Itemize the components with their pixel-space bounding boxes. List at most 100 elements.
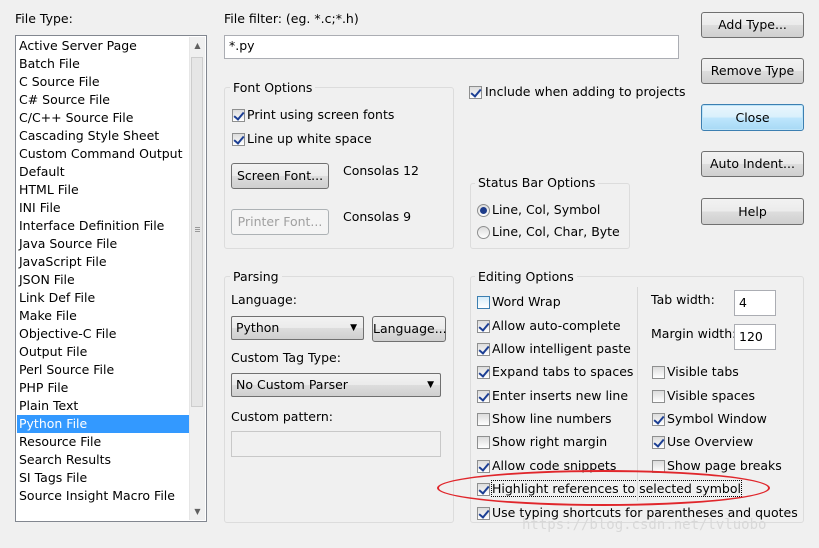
close-button[interactable]: Close — [701, 104, 804, 131]
screen-font-button[interactable]: Screen Font... — [231, 163, 329, 189]
include-when-adding-checkbox[interactable] — [469, 86, 482, 99]
editing-checkbox-7[interactable] — [477, 460, 490, 473]
editing-checkbox-1[interactable] — [477, 320, 490, 333]
custom-tag-type-value: No Custom Parser — [236, 377, 348, 392]
editing-option-label: Show right margin — [492, 434, 608, 449]
custom-tag-type-dropdown[interactable]: No Custom Parser ▼ — [231, 373, 441, 397]
list-item[interactable]: Custom Command Output — [17, 145, 193, 163]
list-item[interactable]: JSON File — [17, 271, 193, 289]
editing-option-label: Allow auto-complete — [492, 318, 621, 333]
tab-width-input[interactable]: 4 — [734, 290, 776, 316]
editing-right-checkbox-1[interactable] — [652, 390, 665, 403]
language-button[interactable]: Language... — [372, 316, 447, 342]
list-item[interactable]: Objective-C File — [17, 325, 193, 343]
printer-font-value: Consolas 9 — [343, 209, 412, 224]
list-item[interactable]: Java Source File — [17, 235, 193, 253]
list-item[interactable]: Default — [17, 163, 193, 181]
help-button[interactable]: Help — [701, 198, 804, 225]
list-item[interactable]: C# Source File — [17, 91, 193, 109]
language-dropdown[interactable]: Python ▼ — [231, 316, 364, 340]
editing-right-checkbox-3[interactable] — [652, 436, 665, 449]
custom-tag-type-label: Custom Tag Type: — [231, 350, 341, 365]
list-item[interactable]: JavaScript File — [17, 253, 193, 271]
file-type-label: File Type: — [15, 11, 73, 26]
tab-width-label: Tab width: — [651, 292, 715, 307]
list-item[interactable]: Search Results — [17, 451, 193, 469]
status-option-1-label: Line, Col, Symbol — [492, 202, 601, 217]
status-radio-line-col-symbol[interactable] — [477, 204, 490, 217]
list-item[interactable]: PHP File — [17, 379, 193, 397]
language-value: Python — [236, 320, 280, 335]
list-item[interactable]: Perl Source File — [17, 361, 193, 379]
editing-checkbox-2[interactable] — [477, 343, 490, 356]
scroll-up-icon[interactable]: ▲ — [190, 37, 205, 54]
file-type-list[interactable]: Active Server Page Batch File C Source Fil… — [15, 35, 207, 522]
editing-option-label: Show line numbers — [492, 411, 612, 426]
list-item[interactable]: Make File — [17, 307, 193, 325]
auto-indent-button[interactable]: Auto Indent... — [701, 151, 804, 177]
status-bar-title: Status Bar Options — [475, 175, 599, 190]
editing-checkbox-9[interactable] — [477, 507, 490, 520]
editing-option-label: Expand tabs to spaces — [492, 364, 634, 379]
remove-type-button[interactable]: Remove Type — [701, 58, 804, 84]
language-label: Language: — [231, 292, 297, 307]
editing-checkbox-4[interactable] — [477, 390, 490, 403]
highlight-annotation-ellipse — [437, 470, 770, 506]
editing-option-label: Allow intelligent paste — [492, 341, 631, 356]
list-item[interactable]: INI File — [17, 199, 193, 217]
line-up-white-space-checkbox[interactable] — [232, 133, 245, 146]
editing-right-checkbox-2[interactable] — [652, 413, 665, 426]
editing-checkbox-3[interactable] — [477, 366, 490, 379]
list-item[interactable]: Resource File — [17, 433, 193, 451]
list-item[interactable]: Interface Definition File — [17, 217, 193, 235]
margin-width-label: Margin width: — [651, 326, 737, 341]
list-item[interactable]: SI Tags File — [17, 469, 193, 487]
status-option-2-label: Line, Col, Char, Byte — [492, 224, 620, 239]
editing-right-option-label: Show page breaks — [667, 458, 782, 473]
file-filter-input[interactable]: *.py — [224, 35, 679, 59]
scroll-thumb[interactable] — [191, 57, 203, 407]
list-item[interactable]: Cascading Style Sheet — [17, 127, 193, 145]
editing-option-label: Word Wrap — [492, 294, 561, 309]
chevron-down-icon: ▼ — [350, 323, 357, 333]
list-item[interactable]: Link Def File — [17, 289, 193, 307]
list-item[interactable]: C/C++ Source File — [17, 109, 193, 127]
scroll-down-icon[interactable]: ▼ — [190, 503, 205, 520]
font-options-title: Font Options — [230, 80, 316, 95]
print-screen-fonts-checkbox[interactable] — [232, 109, 245, 122]
list-item[interactable]: Source Insight Macro File — [17, 487, 193, 505]
editing-right-option-label: Visible tabs — [667, 364, 739, 379]
editing-checkbox-0[interactable] — [477, 296, 490, 309]
screen-font-value: Consolas 12 — [343, 163, 419, 178]
list-item[interactable]: HTML File — [17, 181, 193, 199]
margin-width-input[interactable]: 120 — [734, 324, 776, 350]
custom-pattern-input[interactable] — [231, 431, 441, 457]
add-type-button[interactable]: Add Type... — [701, 12, 804, 38]
file-filter-label: File filter: (eg. *.c;*.h) — [224, 11, 359, 26]
print-screen-fonts-label: Print using screen fonts — [247, 107, 395, 122]
editing-right-option-label: Symbol Window — [667, 411, 767, 426]
custom-pattern-label: Custom pattern: — [231, 409, 334, 424]
list-item[interactable]: Batch File — [17, 55, 193, 73]
editing-options-title: Editing Options — [475, 269, 577, 284]
status-radio-line-col-char-byte[interactable] — [477, 226, 490, 239]
list-item[interactable]: Active Server Page — [17, 37, 193, 55]
file-type-list-scrollbar[interactable]: ▲ ▼ — [189, 37, 205, 520]
list-item[interactable]: Output File — [17, 343, 193, 361]
editing-right-checkbox-0[interactable] — [652, 366, 665, 379]
editing-right-option-label: Visible spaces — [667, 388, 755, 403]
parsing-group — [224, 276, 454, 523]
printer-font-button[interactable]: Printer Font... — [231, 209, 329, 235]
parsing-title: Parsing — [230, 269, 282, 284]
editing-checkbox-6[interactable] — [477, 436, 490, 449]
chevron-down-icon: ▼ — [427, 380, 434, 390]
line-up-white-space-label: Line up white space — [247, 131, 372, 146]
editing-divider — [637, 287, 638, 501]
editing-option-label: Enter inserts new line — [492, 388, 629, 403]
list-item[interactable]: Plain Text — [17, 397, 193, 415]
editing-right-option-label: Use Overview — [667, 434, 754, 449]
editing-checkbox-5[interactable] — [477, 413, 490, 426]
list-item[interactable]: Python File — [17, 415, 193, 433]
list-item[interactable]: C Source File — [17, 73, 193, 91]
watermark: https://blog.csdn.net/lvluobo — [522, 517, 767, 533]
